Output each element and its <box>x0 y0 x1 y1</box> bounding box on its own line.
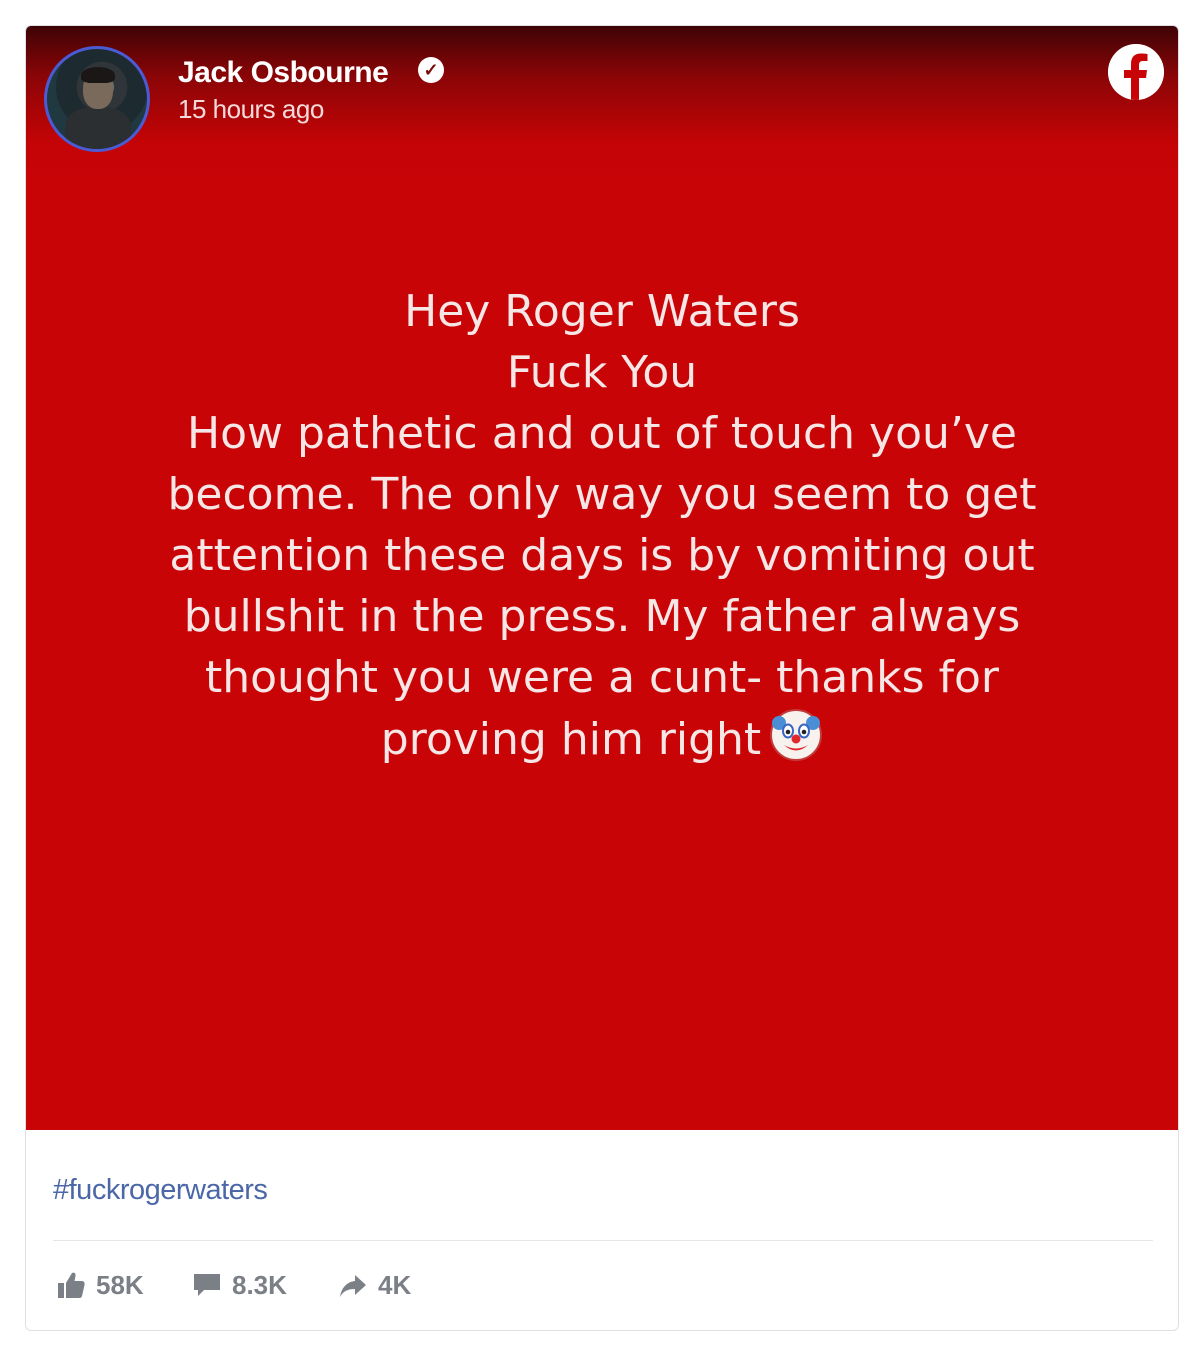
status-text: Hey Roger Waters Fuck You How pathetic a… <box>86 281 1118 770</box>
avatar-shoulders <box>65 107 131 149</box>
facebook-post-card: Jack Osbourne ✓ 15 hours ago Hey Roger W… <box>25 25 1179 1331</box>
comment-count-value: 8.3K <box>232 1269 287 1300</box>
avatar-hair <box>81 67 115 83</box>
like-count-value: 58K <box>96 1269 144 1300</box>
hashtag-link[interactable]: #fuckrogerwaters <box>53 1174 268 1207</box>
thumbs-up-icon <box>56 1270 86 1300</box>
like-count[interactable]: 58K <box>56 1266 144 1304</box>
comment-bubble-icon <box>192 1270 222 1300</box>
post-timestamp[interactable]: 15 hours ago <box>178 94 324 125</box>
author-name[interactable]: Jack Osbourne <box>178 56 389 90</box>
share-count-value: 4K <box>378 1269 412 1300</box>
share-arrow-icon <box>338 1270 368 1300</box>
comment-count[interactable]: 8.3K <box>192 1266 287 1304</box>
clown-face-icon <box>769 708 823 762</box>
verified-check-icon: ✓ <box>418 57 444 83</box>
divider <box>53 1240 1153 1241</box>
share-count[interactable]: 4K <box>338 1266 411 1304</box>
avatar[interactable] <box>44 46 150 152</box>
facebook-logo-icon <box>1108 44 1164 100</box>
status-message: Hey Roger Waters Fuck You How pathetic a… <box>167 286 1037 765</box>
status-background: Jack Osbourne ✓ 15 hours ago Hey Roger W… <box>26 26 1178 1130</box>
